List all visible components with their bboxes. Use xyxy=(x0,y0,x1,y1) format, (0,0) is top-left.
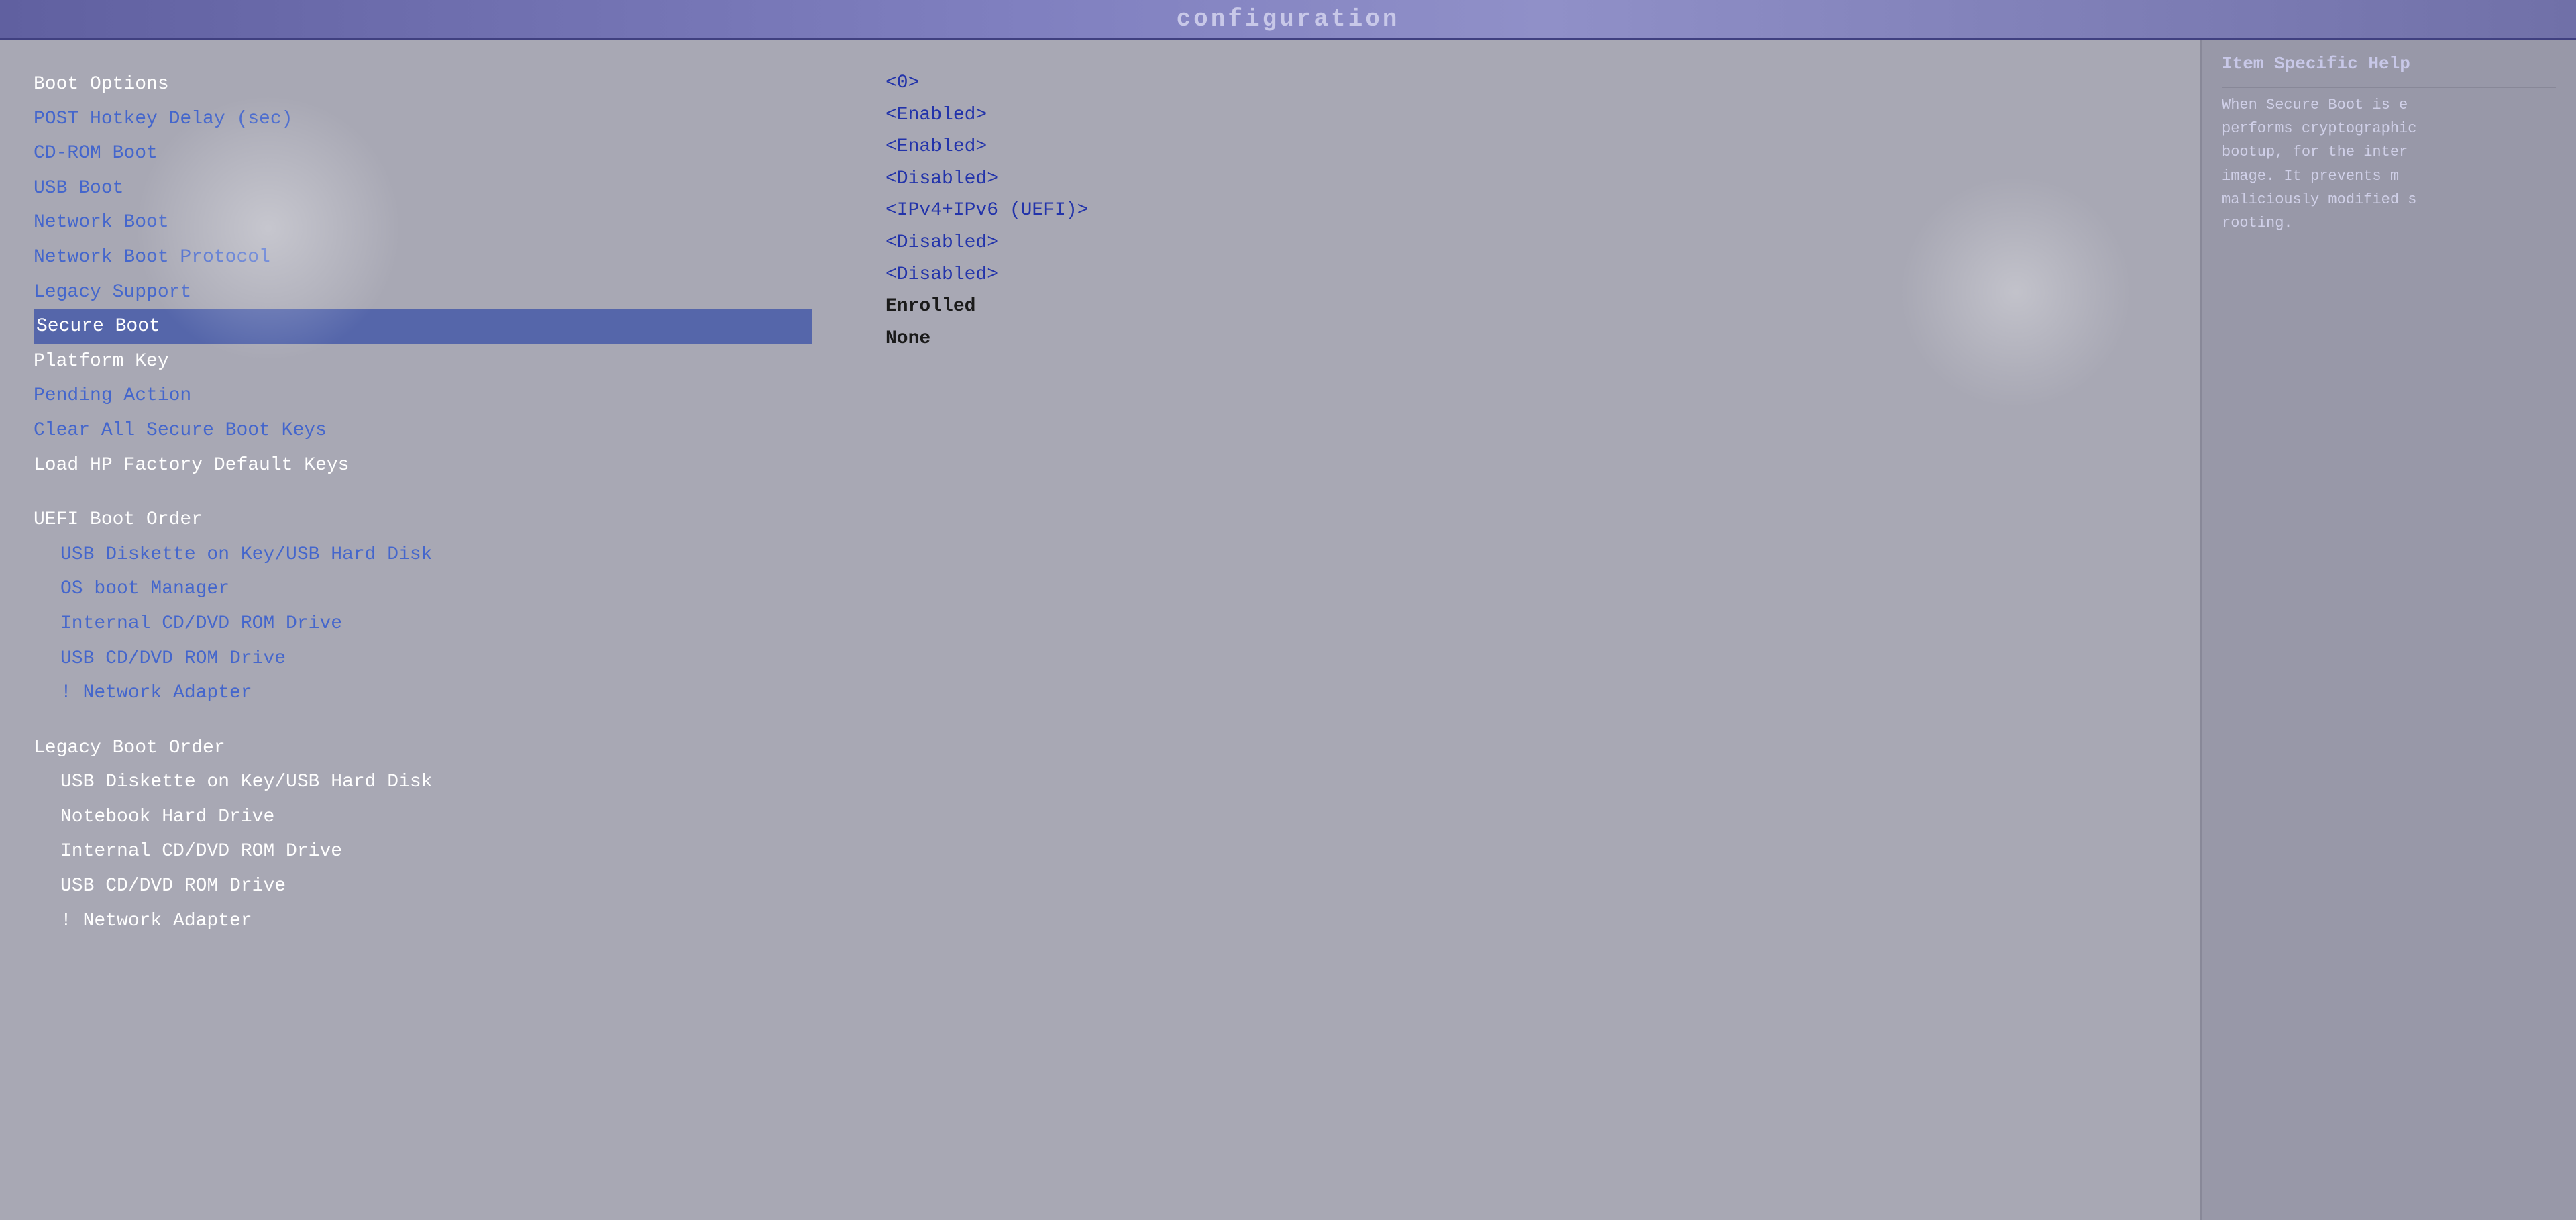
section-gap-1 xyxy=(34,482,812,503)
section-gap-2 xyxy=(34,711,812,731)
menu-item-platform-key[interactable]: Platform Key xyxy=(34,344,812,379)
help-title: Item Specific Help xyxy=(2222,54,2556,74)
value-legacy-support: <Disabled> xyxy=(885,227,2160,259)
title-bar: configuration xyxy=(0,0,2576,40)
value-pending-action: None xyxy=(885,323,2160,355)
value-network-boot: <Disabled> xyxy=(885,163,2160,195)
menu-item-usb-cdvd-legacy[interactable]: USB CD/DVD ROM Drive xyxy=(34,869,812,904)
menu-item-clear-secure-boot[interactable]: Clear All Secure Boot Keys xyxy=(34,413,812,448)
menu-item-secure-boot[interactable]: Secure Boot xyxy=(34,309,812,344)
menu-item-internal-cdvd-legacy[interactable]: Internal CD/DVD ROM Drive xyxy=(34,834,812,869)
main-content: Boot Options POST Hotkey Delay (sec) CD-… xyxy=(0,40,2576,1220)
menu-item-internal-cdvd-uefi[interactable]: Internal CD/DVD ROM Drive xyxy=(34,607,812,642)
menu-item-legacy-support[interactable]: Legacy Support xyxy=(34,275,812,310)
menu-item-network-boot-protocol[interactable]: Network Boot Protocol xyxy=(34,240,812,275)
menu-item-usb-diskette-legacy[interactable]: USB Diskette on Key/USB Hard Disk xyxy=(34,765,812,800)
menu-item-network-adapter-uefi[interactable]: ! Network Adapter xyxy=(34,676,812,711)
bios-screen: configuration Boot Options POST Hotkey D… xyxy=(0,0,2576,1220)
value-platform-key: Enrolled xyxy=(885,291,2160,323)
menu-item-cdrom-boot[interactable]: CD-ROM Boot xyxy=(34,136,812,171)
menu-item-uefi-boot-order: UEFI Boot Order xyxy=(34,503,812,538)
value-secure-boot: <Disabled> xyxy=(885,259,2160,291)
menu-item-os-boot-manager[interactable]: OS boot Manager xyxy=(34,572,812,607)
menu-item-network-adapter-legacy[interactable]: ! Network Adapter xyxy=(34,904,812,939)
menu-item-usb-diskette-uefi[interactable]: USB Diskette on Key/USB Hard Disk xyxy=(34,538,812,572)
value-network-boot-protocol: <IPv4+IPv6 (UEFI)> xyxy=(885,195,2160,227)
menu-item-network-boot[interactable]: Network Boot xyxy=(34,205,812,240)
middle-panel: <0> <Enabled> <Enabled> <Disabled> <IPv4… xyxy=(845,40,2200,1220)
right-panel: Item Specific Help When Secure Boot is e… xyxy=(2200,40,2576,1220)
menu-item-pending-action[interactable]: Pending Action xyxy=(34,378,812,413)
menu-item-post-hotkey[interactable]: POST Hotkey Delay (sec) xyxy=(34,102,812,137)
value-post-hotkey: <0> xyxy=(885,67,2160,99)
help-divider xyxy=(2222,87,2556,88)
menu-item-legacy-boot-order: Legacy Boot Order xyxy=(34,731,812,766)
menu-item-usb-cdvd-uefi[interactable]: USB CD/DVD ROM Drive xyxy=(34,642,812,676)
menu-item-notebook-hdd[interactable]: Notebook Hard Drive xyxy=(34,800,812,835)
menu-item-boot-options[interactable]: Boot Options xyxy=(34,67,812,102)
menu-item-usb-boot[interactable]: USB Boot xyxy=(34,171,812,206)
left-panel: Boot Options POST Hotkey Delay (sec) CD-… xyxy=(0,40,845,1220)
value-usb-boot: <Enabled> xyxy=(885,131,2160,163)
help-text-content: When Secure Boot is eperforms cryptograp… xyxy=(2222,97,2416,232)
value-cdrom-boot: <Enabled> xyxy=(885,99,2160,132)
help-text: When Secure Boot is eperforms cryptograp… xyxy=(2222,93,2556,235)
menu-item-load-hp-factory[interactable]: Load HP Factory Default Keys xyxy=(34,448,812,483)
title-bar-text: configuration xyxy=(1177,5,1400,33)
